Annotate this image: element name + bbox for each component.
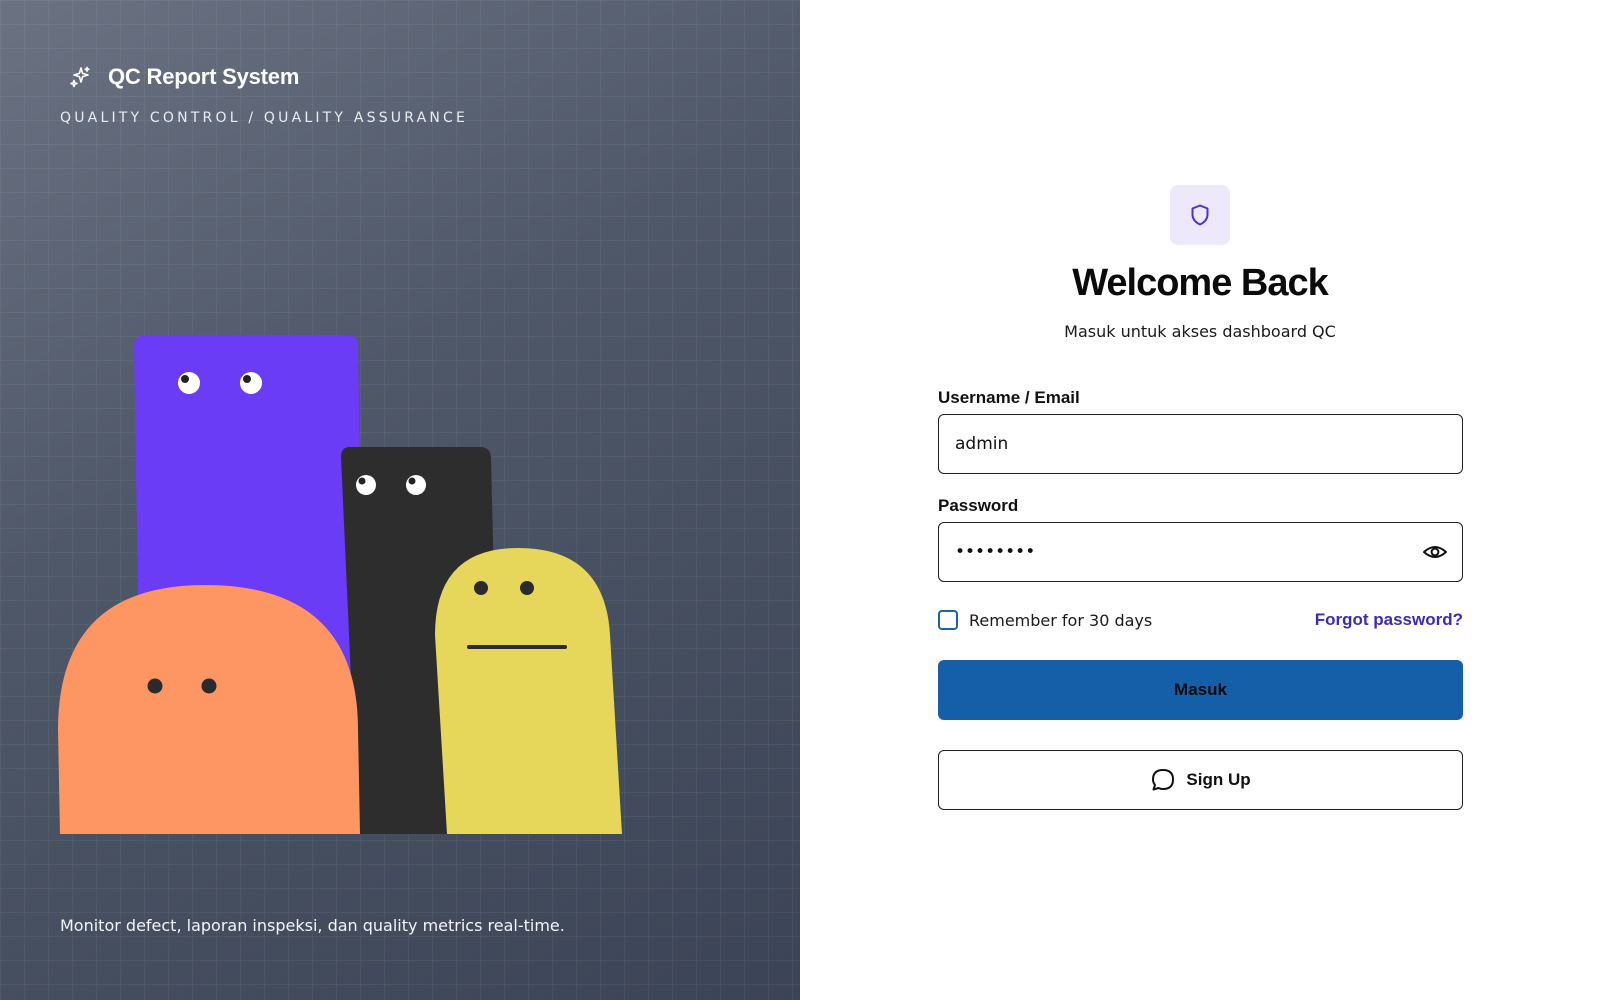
shield-icon: [1188, 203, 1212, 227]
brand-tagline: Monitor defect, laporan inspeksi, dan qu…: [60, 916, 565, 935]
characters-illustration: [58, 335, 622, 834]
remember-label: Remember for 30 days: [969, 610, 1153, 630]
black-left-eye: [356, 475, 376, 495]
purple-left-pupil: [181, 375, 189, 383]
yellow-mouth: [467, 645, 567, 649]
logo-badge: [1170, 185, 1230, 245]
page-title: Welcome Back: [1072, 262, 1329, 304]
username-label: Username / Email: [938, 388, 1080, 407]
login-page: QC Report System QUALITY CONTROL / QUALI…: [0, 0, 1600, 1000]
username-field-group: Username / Email: [938, 388, 1463, 474]
orange-left-eye: [147, 678, 163, 694]
password-input-wrapper: [938, 522, 1463, 582]
black-left-pupil: [358, 477, 366, 485]
yellow-right-eye: [520, 581, 534, 595]
sparkle-icon: [68, 65, 92, 89]
orange-right-eye: [201, 678, 217, 694]
brand-title: QC Report System: [108, 64, 300, 89]
remember-me[interactable]: Remember for 30 days: [938, 610, 1152, 630]
brand-subtitle: QUALITY CONTROL / QUALITY ASSURANCE: [60, 110, 469, 126]
purple-right-pupil: [243, 375, 251, 383]
black-right-eye: [406, 475, 426, 495]
sign-up-button[interactable]: Sign Up: [938, 750, 1463, 810]
password-label: Password: [938, 496, 1019, 515]
remember-forgot-row: Remember for 30 days Forgot password?: [938, 608, 1463, 632]
login-form: Username / Email Password: [938, 388, 1463, 810]
remember-checkbox[interactable]: [938, 610, 958, 630]
brand: QC Report System: [68, 64, 299, 90]
password-input[interactable]: [939, 523, 1462, 581]
black-right-pupil: [408, 477, 416, 485]
yellow-left-eye: [474, 581, 488, 595]
login-panel: Welcome Back Masuk untuk akses dashboard…: [800, 0, 1600, 1000]
purple-left-eye: [178, 372, 200, 394]
orange-character: [58, 585, 360, 834]
login-button[interactable]: Masuk: [938, 660, 1463, 720]
page-subtitle: Masuk untuk akses dashboard QC: [1064, 322, 1336, 341]
password-field-group: Password: [938, 496, 1463, 582]
purple-right-eye: [240, 372, 262, 394]
username-input[interactable]: [939, 415, 1462, 473]
eye-icon[interactable]: [1422, 540, 1448, 564]
chat-bubble-icon: [1150, 767, 1176, 793]
forgot-password-link[interactable]: Forgot password?: [1315, 610, 1463, 630]
username-input-wrapper: [938, 414, 1463, 474]
sign-up-label: Sign Up: [1186, 770, 1251, 789]
brand-panel: QC Report System QUALITY CONTROL / QUALI…: [0, 0, 800, 1000]
